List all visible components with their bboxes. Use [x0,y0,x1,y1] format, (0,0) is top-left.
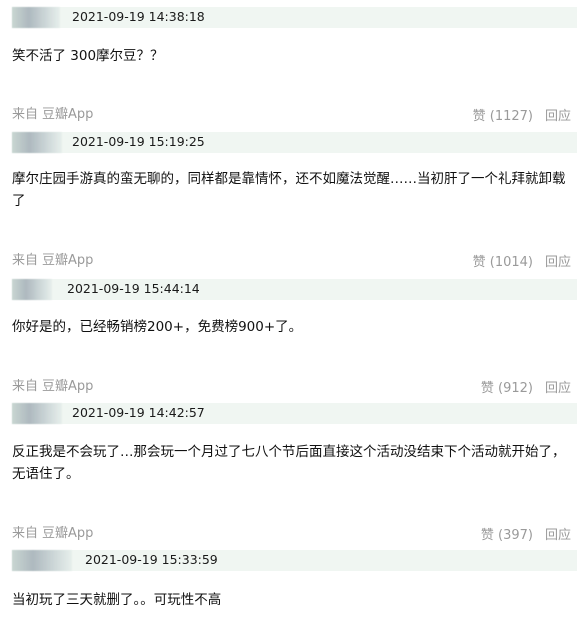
comment-timestamp: 2021-09-19 15:44:14 [67,281,200,296]
comment-timestamp: 2021-09-19 15:19:25 [72,134,205,149]
comment-header: 2021-09-19 14:42:57 [12,403,577,424]
comment-header: 2021-09-19 15:33:59 [12,550,577,571]
blurred-username[interactable] [12,279,52,300]
comment-feed: 2021-09-19 14:38:18 笑不活了 300摩尔豆？？ 来自 豆瓣Ap… [0,0,587,635]
comment-actions: 赞 (1127) 回应 [473,105,571,124]
comment-source: 来自 豆瓣App [12,103,93,122]
comment-text: 反正我是不会玩了…那会玩一个月过了七八个节后面直接这个活动没结束下个活动就开始了… [12,444,566,482]
comment-source: 来自 豆瓣App [12,249,93,268]
source-app-link[interactable]: 豆瓣App [42,379,93,394]
source-app-link[interactable]: 豆瓣App [42,107,93,122]
comment-header: 2021-09-19 14:38:18 [12,7,577,28]
comment-text: 你好是的，已经畅销榜200+，免费榜900+了。 [12,319,303,335]
reply-button[interactable]: 回应 [545,528,571,543]
comment-header: 2021-09-19 15:44:14 [12,279,577,300]
comment-actions: 赞 (397) 回应 [481,524,571,543]
source-prefix: 来自 [12,379,39,394]
blurred-username[interactable] [12,403,62,424]
comment-timestamp: 2021-09-19 15:33:59 [85,552,218,567]
comment-timestamp: 2021-09-19 14:42:57 [72,405,205,420]
comment-text: 当初玩了三天就删了。。可玩性不高 [12,592,222,608]
reply-button[interactable]: 回应 [545,109,571,124]
comment-text: 摩尔庄园手游真的蛮无聊的，同样都是靠情怀，还不如魔法觉醒……当初肝了一个礼拜就卸… [12,171,566,209]
blurred-username[interactable] [12,132,62,153]
like-button[interactable]: 赞 (397) [481,528,533,543]
like-button[interactable]: 赞 (912) [481,381,533,396]
blurred-username[interactable] [12,550,72,571]
comment-actions: 赞 (1014) 回应 [473,251,571,270]
comment-text: 笑不活了 300摩尔豆？？ [12,48,164,64]
like-button[interactable]: 赞 (1014) [473,255,533,270]
like-button[interactable]: 赞 (1127) [473,109,533,124]
reply-button[interactable]: 回应 [545,381,571,396]
reply-button[interactable]: 回应 [545,255,571,270]
comment-header: 2021-09-19 15:19:25 [12,132,577,153]
comment-source: 来自 豆瓣App [12,375,93,394]
blurred-username[interactable] [12,7,60,28]
comment-actions: 赞 (912) 回应 [481,377,571,396]
comment-source: 来自 豆瓣App [12,522,93,541]
source-app-link[interactable]: 豆瓣App [42,253,93,268]
comment-timestamp: 2021-09-19 14:38:18 [72,9,205,24]
source-prefix: 来自 [12,253,39,268]
source-prefix: 来自 [12,107,39,122]
source-app-link[interactable]: 豆瓣App [42,526,93,541]
source-prefix: 来自 [12,526,39,541]
